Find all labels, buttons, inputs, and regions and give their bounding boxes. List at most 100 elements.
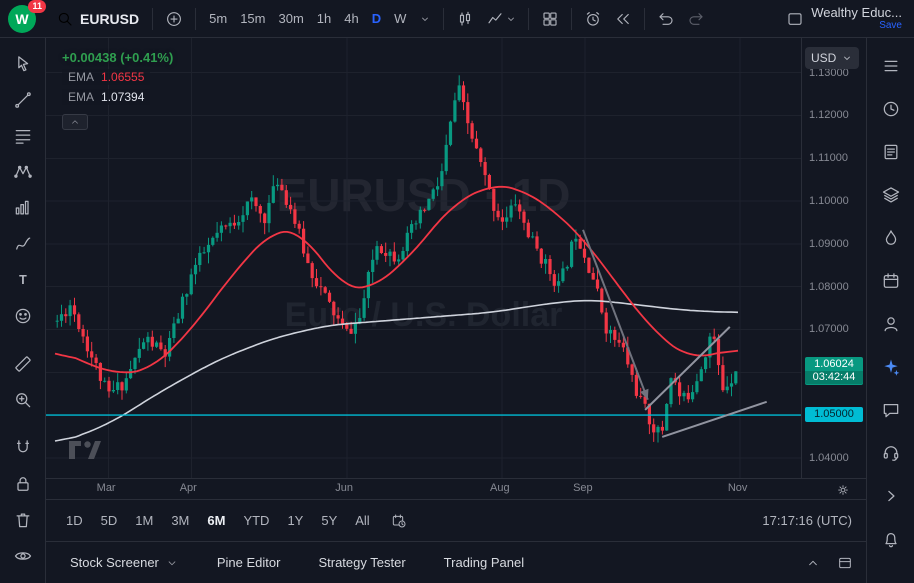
measure-tool[interactable] <box>6 347 40 381</box>
trend-line-icon <box>13 90 33 110</box>
timeframe-4h[interactable]: 4h <box>338 7 364 30</box>
range-5D[interactable]: 5D <box>93 509 126 532</box>
symbol-label: EURUSD <box>80 11 139 27</box>
svg-text:T: T <box>19 273 27 287</box>
chat-rail-button[interactable] <box>875 394 907 426</box>
cursor-icon <box>13 54 33 74</box>
bottom-panel: Stock Screener Pine Editor Strategy Tester… <box>46 541 866 583</box>
time-axis[interactable]: MarAprJunAugSepNov <box>46 478 866 499</box>
eraser-icon <box>13 510 33 530</box>
panel-tab-trading-panel[interactable]: Trading Panel <box>444 555 524 570</box>
range-All[interactable]: All <box>347 509 377 532</box>
save-button[interactable]: Save <box>879 20 902 32</box>
ema-slow-row[interactable]: EMA 1.07394 <box>62 89 150 105</box>
save-layout-button[interactable] <box>781 5 809 33</box>
cursor-tool[interactable] <box>6 47 40 81</box>
range-YTD[interactable]: YTD <box>235 509 277 532</box>
layout-grid-button[interactable] <box>536 5 564 33</box>
alerts-rail-button[interactable] <box>875 93 907 125</box>
timeframe-15m[interactable]: 15m <box>234 7 271 30</box>
timeframe-D[interactable]: D <box>366 7 387 30</box>
redo-button[interactable] <box>682 5 710 33</box>
panel-tab-pine-editor[interactable]: Pine Editor <box>217 555 281 570</box>
magnet-tool[interactable] <box>6 431 40 465</box>
eye-tool[interactable] <box>6 539 40 573</box>
chart-settings-button[interactable] <box>832 479 854 501</box>
tradingview-logo[interactable] <box>68 440 102 465</box>
emoji-tool[interactable] <box>6 299 40 333</box>
create-alert-button[interactable] <box>579 5 607 33</box>
legend-collapse-button[interactable] <box>62 114 88 130</box>
utc-clock[interactable]: 17:17:16 (UTC) <box>762 513 854 528</box>
chevron-up-icon <box>69 116 81 128</box>
trend-line-tool[interactable] <box>6 83 40 117</box>
watchlist-rail-button[interactable] <box>875 50 907 82</box>
price-axis-label: 1.10000 <box>809 195 849 207</box>
text-tool[interactable]: T <box>6 263 40 297</box>
timeframe-W[interactable]: W <box>388 7 412 30</box>
eraser-tool[interactable] <box>6 503 40 537</box>
range-3M[interactable]: 3M <box>163 509 197 532</box>
magnet-icon <box>13 438 33 458</box>
range-1D[interactable]: 1D <box>58 509 91 532</box>
news-rail-button[interactable] <box>875 136 907 168</box>
timeframe-group: 5m15m30m1h4hDW <box>203 7 412 30</box>
timeframe-5m[interactable]: 5m <box>203 7 233 30</box>
chart-style-button[interactable] <box>451 5 479 33</box>
layers-rail-button[interactable] <box>875 179 907 211</box>
range-group: 1D5D1M3M6MYTD1Y5YAll <box>58 509 378 532</box>
layout-name[interactable]: Wealthy Educ... <box>811 5 902 21</box>
calendar-rail-button[interactable] <box>875 265 907 297</box>
zoom-tool[interactable] <box>6 383 40 417</box>
bar-replay-button[interactable] <box>609 5 637 33</box>
brush-icon <box>13 234 33 254</box>
news-icon <box>881 142 901 162</box>
lock-tool[interactable] <box>6 467 40 501</box>
indicators-button[interactable] <box>481 5 521 33</box>
range-1Y[interactable]: 1Y <box>279 509 311 532</box>
timeframe-menu-button[interactable] <box>414 8 436 30</box>
prediction-tool[interactable] <box>6 191 40 225</box>
xabcd-tool[interactable] <box>6 155 40 189</box>
add-symbol-button[interactable] <box>160 5 188 33</box>
separator <box>152 8 153 30</box>
notifications-icon <box>881 529 901 549</box>
panel-expand-button[interactable] <box>834 552 856 574</box>
undo-button[interactable] <box>652 5 680 33</box>
bar-countdown: 03:42:44 <box>805 371 863 384</box>
goto-date-button[interactable] <box>388 510 410 532</box>
help-icon <box>881 443 901 463</box>
prediction-icon <box>13 198 33 218</box>
chevron-down-icon <box>165 556 179 570</box>
notifications-rail-button[interactable] <box>875 523 907 555</box>
timeframe-1h[interactable]: 1h <box>311 7 337 30</box>
symbol-search-button[interactable]: EURUSD <box>50 6 145 32</box>
calendar-clock-icon <box>391 513 407 529</box>
timeframe-30m[interactable]: 30m <box>272 7 309 30</box>
chevron-down-icon <box>419 13 431 25</box>
layout-icon <box>786 10 804 28</box>
ai-rail-button[interactable] <box>875 351 907 383</box>
panel-tab-strategy-tester[interactable]: Strategy Tester <box>318 555 405 570</box>
time-axis-label: Apr <box>180 482 197 494</box>
panel-tab-stock-screener[interactable]: Stock Screener <box>70 555 179 570</box>
help-rail-button[interactable] <box>875 437 907 469</box>
ideas-rail-button[interactable] <box>875 308 907 340</box>
ema-fast-row[interactable]: EMA 1.06555 <box>62 69 150 85</box>
panel-collapse-button[interactable] <box>802 552 824 574</box>
ema-label: EMA <box>68 90 94 104</box>
fib-tool[interactable] <box>6 119 40 153</box>
hotlists-rail-button[interactable] <box>875 222 907 254</box>
separator <box>443 8 444 30</box>
watchlist-icon <box>881 56 901 76</box>
brush-tool[interactable] <box>6 227 40 261</box>
range-6M[interactable]: 6M <box>199 509 233 532</box>
panel-tab-label: Strategy Tester <box>318 555 405 570</box>
user-avatar[interactable]: W 11 <box>8 3 44 35</box>
panel-tab-label: Pine Editor <box>217 555 281 570</box>
range-1M[interactable]: 1M <box>127 509 161 532</box>
publish-rail-button[interactable] <box>875 480 907 512</box>
currency-dropdown[interactable]: USD <box>805 47 859 69</box>
range-5Y[interactable]: 5Y <box>313 509 345 532</box>
price-axis[interactable]: 1.06024 03:42:44 1.05000 1.040001.050001… <box>801 38 866 478</box>
